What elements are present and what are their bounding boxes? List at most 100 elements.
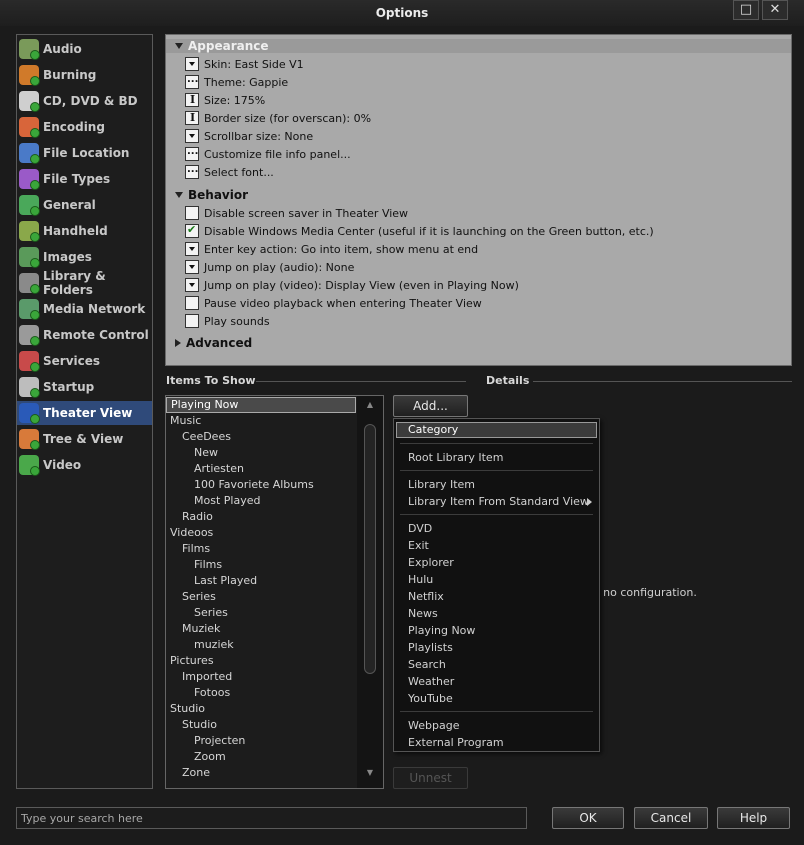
sidebar-item-encoding[interactable]: Encoding [17, 115, 152, 139]
sidebar-item-audio[interactable]: Audio [17, 37, 152, 61]
sidebar-item-images[interactable]: Images [17, 245, 152, 269]
dropdown-arrow-icon[interactable] [185, 57, 199, 71]
sidebar-item-burning[interactable]: Burning [17, 63, 152, 87]
list-item[interactable]: Most Played [166, 493, 356, 509]
scrollbar-thumb[interactable] [364, 424, 376, 674]
checkbox[interactable] [185, 206, 199, 220]
behavior-option-3[interactable]: Jump on play (audio): None [185, 258, 354, 276]
behavior-option-0[interactable]: Disable screen saver in Theater View [185, 204, 408, 222]
list-item[interactable]: Last Played [166, 573, 356, 589]
menu-item-webpage[interactable]: Webpage [394, 717, 599, 734]
list-item[interactable]: Videoos [166, 525, 356, 541]
sidebar-item-startup[interactable]: Startup [17, 375, 152, 399]
menu-item-weather[interactable]: Weather [394, 673, 599, 690]
close-icon[interactable]: ✕ [762, 0, 788, 20]
menu-item-youtube[interactable]: YouTube [394, 690, 599, 707]
sidebar-item-services[interactable]: Services [17, 349, 152, 373]
list-item[interactable]: Films [166, 557, 356, 573]
maximize-icon[interactable]: □ [733, 0, 759, 20]
list-scrollbar[interactable]: ▲ ▼ [357, 396, 383, 788]
menu-item-hulu[interactable]: Hulu [394, 571, 599, 588]
appearance-option-1[interactable]: Theme: Gappie [185, 73, 288, 91]
dropdown-arrow-icon[interactable] [185, 242, 199, 256]
behavior-option-4[interactable]: Jump on play (video): Display View (even… [185, 276, 519, 294]
list-item[interactable]: CeeDees [166, 429, 356, 445]
menu-item-playing-now[interactable]: Playing Now [394, 622, 599, 639]
list-item[interactable]: Fotoos [166, 685, 356, 701]
menu-item-dvd[interactable]: DVD [394, 520, 599, 537]
checkbox[interactable] [185, 296, 199, 310]
list-item[interactable]: Playing Now [166, 397, 356, 413]
sidebar-item-file-types[interactable]: File Types [17, 167, 152, 191]
list-item[interactable]: Zone [166, 765, 356, 781]
search-input[interactable] [16, 807, 527, 829]
behavior-option-6[interactable]: Play sounds [185, 312, 270, 330]
list-item[interactable]: muziek [166, 637, 356, 653]
menu-item-news[interactable]: News [394, 605, 599, 622]
scroll-down-icon[interactable]: ▼ [357, 768, 383, 782]
checkbox[interactable] [185, 223, 199, 238]
sidebar-item-tree-and-view[interactable]: Tree & View [17, 427, 152, 451]
sidebar-item-media-network[interactable]: Media Network [17, 297, 152, 321]
list-item[interactable]: Muziek [166, 621, 356, 637]
menu-item-explorer[interactable]: Explorer [394, 554, 599, 571]
appearance-group-header[interactable]: Appearance [166, 39, 791, 53]
menu-item-search[interactable]: Search [394, 656, 599, 673]
behavior-option-2[interactable]: Enter key action: Go into item, show men… [185, 240, 478, 258]
advanced-group-header[interactable]: Advanced [166, 335, 252, 351]
list-item[interactable]: New [166, 445, 356, 461]
list-item[interactable]: Zoom [166, 749, 356, 765]
appearance-option-6[interactable]: Select font... [185, 163, 274, 181]
unnest-button[interactable]: Unnest [393, 767, 468, 789]
list-item[interactable]: Radio [166, 509, 356, 525]
list-item[interactable]: Films [166, 541, 356, 557]
sidebar-item-handheld[interactable]: Handheld [17, 219, 152, 243]
ellipsis-button[interactable] [185, 74, 199, 89]
ellipsis-button[interactable] [185, 146, 199, 161]
behavior-group-header[interactable]: Behavior [166, 187, 248, 203]
list-item[interactable]: 100 Favoriete Albums [166, 477, 356, 493]
behavior-option-1[interactable]: Disable Windows Media Center (useful if … [185, 222, 654, 240]
list-item[interactable]: Studio [166, 701, 356, 717]
sidebar-item-general[interactable]: General [17, 193, 152, 217]
sidebar-item-library-and-folders[interactable]: Library & Folders [17, 269, 152, 297]
sidebar-item-file-location[interactable]: File Location [17, 141, 152, 165]
appearance-option-4[interactable]: Scrollbar size: None [185, 127, 313, 145]
list-item[interactable]: Studio [166, 717, 356, 733]
items-to-show-list[interactable]: ▲ ▼ Playing Now Music CeeDees New Artiesten 1… [165, 395, 384, 789]
list-item[interactable]: Projecten [166, 733, 356, 749]
sidebar-item-remote-control[interactable]: Remote Control [17, 323, 152, 347]
appearance-option-2[interactable]: Size: 175% [185, 91, 265, 109]
sidebar-item-video[interactable]: Video [17, 453, 152, 477]
scroll-up-icon[interactable]: ▲ [357, 400, 383, 414]
appearance-option-5[interactable]: Customize file info panel... [185, 145, 351, 163]
list-item[interactable]: Series [166, 605, 356, 621]
menu-item-library-item-from-standard-view[interactable]: Library Item From Standard View [394, 493, 599, 510]
dropdown-arrow-icon[interactable] [185, 260, 199, 274]
list-item[interactable]: Music [166, 413, 356, 429]
text-cursor-icon[interactable] [185, 93, 199, 107]
cancel-button[interactable]: Cancel [634, 807, 708, 829]
ellipsis-button[interactable] [185, 164, 199, 179]
sidebar-item-cd-dvd-and-bd[interactable]: CD, DVD & BD [17, 89, 152, 113]
menu-item-exit[interactable]: Exit [394, 537, 599, 554]
list-item[interactable]: Imported [166, 669, 356, 685]
menu-item-library-item[interactable]: Library Item [394, 476, 599, 493]
behavior-option-5[interactable]: Pause video playback when entering Theat… [185, 294, 482, 312]
text-cursor-icon[interactable] [185, 111, 199, 125]
menu-item-netflix[interactable]: Netflix [394, 588, 599, 605]
list-item[interactable]: Series [166, 589, 356, 605]
help-button[interactable]: Help [717, 807, 790, 829]
menu-item-external-program[interactable]: External Program [394, 734, 599, 751]
appearance-option-0[interactable]: Skin: East Side V1 [185, 55, 304, 73]
dropdown-arrow-icon[interactable] [185, 278, 199, 292]
menu-item-playlists[interactable]: Playlists [394, 639, 599, 656]
menu-item-category[interactable]: Category [396, 422, 597, 438]
appearance-option-3[interactable]: Border size (for overscan): 0% [185, 109, 371, 127]
sidebar-item-theater-view[interactable]: Theater View [17, 401, 152, 425]
add-button[interactable]: Add... [393, 395, 468, 417]
list-item[interactable]: Pictures [166, 653, 356, 669]
dropdown-arrow-icon[interactable] [185, 129, 199, 143]
menu-item-root-library-item[interactable]: Root Library Item [394, 449, 599, 466]
list-item[interactable]: Artiesten [166, 461, 356, 477]
